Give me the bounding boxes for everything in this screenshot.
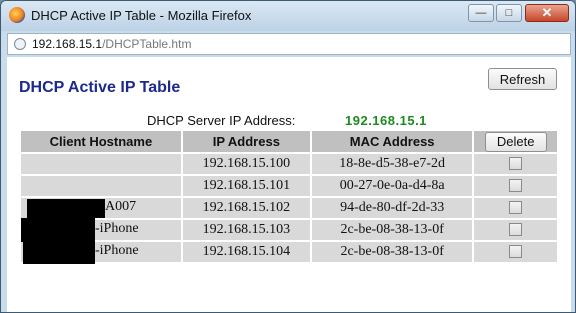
- row-ip: 192.168.15.104: [182, 242, 310, 262]
- row-mac: 2c-be-08-38-13-0f: [311, 220, 473, 240]
- row-hostname: [21, 176, 181, 196]
- address-bar[interactable]: 192.168.15.1/DHCPTable.htm: [7, 33, 571, 55]
- header-delete: Delete: [474, 131, 557, 152]
- row-delete-checkbox[interactable]: [509, 223, 523, 237]
- url-host: 192.168.15.1: [32, 37, 103, 51]
- row-hostname: -iPhone: [21, 218, 181, 242]
- row-ip: 192.168.15.101: [182, 176, 310, 196]
- row-delete-checkbox[interactable]: [509, 157, 523, 171]
- table-row: 192.168.15.101 00-27-0e-0a-d4-8a: [21, 176, 557, 196]
- row-mac: 18-8e-d5-38-e7-2d: [311, 154, 473, 174]
- server-ip-value: 192.168.15.1: [345, 113, 427, 128]
- delete-button[interactable]: Delete: [484, 131, 547, 152]
- row-delete-cell: [474, 220, 557, 240]
- close-button[interactable]: ✕: [525, 4, 569, 22]
- browser-window: DHCP Active IP Table - Mozilla Firefox —…: [0, 0, 576, 313]
- refresh-button[interactable]: Refresh: [488, 68, 557, 90]
- window-title: DHCP Active IP Table - Mozilla Firefox: [31, 8, 252, 23]
- row-delete-checkbox[interactable]: [509, 201, 523, 215]
- row-ip: 192.168.15.102: [182, 198, 310, 218]
- row-hostname: A007: [21, 198, 181, 218]
- row-mac: 00-27-0e-0a-d4-8a: [311, 176, 473, 196]
- table-header-row: Client Hostname IP Address MAC Address D…: [21, 131, 557, 152]
- row-delete-cell: [474, 198, 557, 218]
- title-bar[interactable]: DHCP Active IP Table - Mozilla Firefox —…: [1, 1, 575, 31]
- server-ip-label: DHCP Server IP Address:: [147, 113, 296, 128]
- globe-icon: [14, 38, 26, 50]
- table-row: -iPhone 192.168.15.104 2c-be-08-38-13-0f: [21, 240, 557, 264]
- row-delete-cell: [474, 154, 557, 174]
- minimize-button[interactable]: —: [468, 4, 494, 22]
- row-mac: 94-de-80-df-2d-33: [311, 198, 473, 218]
- url-text[interactable]: 192.168.15.1/DHCPTable.htm: [32, 37, 191, 51]
- firefox-icon: [9, 7, 25, 23]
- table-row: 192.168.15.100 18-8e-d5-38-e7-2d: [21, 154, 557, 174]
- row-ip: 192.168.15.103: [182, 220, 310, 240]
- row-delete-checkbox[interactable]: [509, 179, 523, 193]
- table-row: A007 192.168.15.102 94-de-80-df-2d-33: [21, 198, 557, 218]
- url-path: /DHCPTable.htm: [102, 37, 192, 51]
- header-client-hostname: Client Hostname: [21, 131, 181, 152]
- row-hostname: [21, 154, 181, 174]
- table-row: -iPhone 192.168.15.103 2c-be-08-38-13-0f: [21, 218, 557, 242]
- redaction-block: [21, 218, 95, 242]
- page-content: DHCP Active IP Table Refresh DHCP Server…: [7, 57, 571, 312]
- row-ip: 192.168.15.100: [182, 154, 310, 174]
- row-mac: 2c-be-08-38-13-0f: [311, 242, 473, 262]
- row-hostname: -iPhone: [21, 240, 181, 264]
- row-delete-checkbox[interactable]: [509, 245, 523, 259]
- row-delete-cell: [474, 176, 557, 196]
- header-ip-address: IP Address: [182, 131, 310, 152]
- redaction-block: [27, 199, 105, 218]
- maximize-button[interactable]: □: [496, 4, 522, 22]
- header-mac-address: MAC Address: [311, 131, 473, 152]
- row-delete-cell: [474, 242, 557, 262]
- redaction-block: [23, 240, 95, 264]
- dhcp-lease-table: Client Hostname IP Address MAC Address D…: [19, 129, 559, 264]
- page-title: DHCP Active IP Table: [19, 79, 181, 96]
